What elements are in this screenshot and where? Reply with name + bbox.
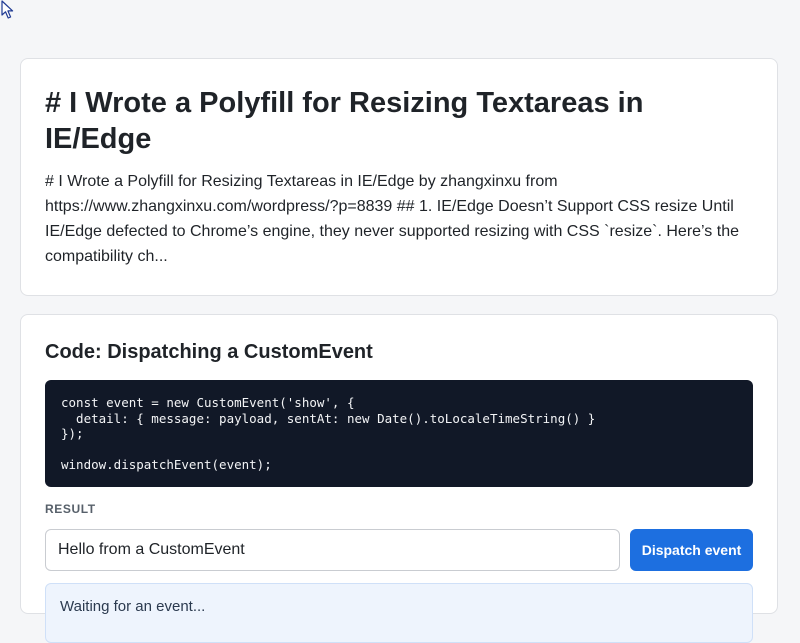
result-label: RESULT: [45, 502, 96, 516]
demo-title: Code: Dispatching a CustomEvent: [45, 341, 373, 363]
demo-card: Code: Dispatching a CustomEvent const ev…: [20, 314, 778, 643]
article-excerpt: # I Wrote a Polyfill for Resizing Textar…: [45, 173, 739, 265]
message-input[interactable]: [45, 529, 620, 571]
article-card: # I Wrote a Polyfill for Resizing Textar…: [20, 58, 778, 296]
input-row: Dispatch event: [45, 529, 753, 571]
code-block: const event = new CustomEvent('show', { …: [45, 380, 753, 487]
dispatch-event-button[interactable]: Dispatch event: [630, 529, 753, 571]
article-title: # I Wrote a Polyfill for Resizing Textar…: [45, 87, 644, 155]
status-message: Waiting for an event...: [45, 583, 753, 643]
cursor-icon: [1, 0, 14, 19]
